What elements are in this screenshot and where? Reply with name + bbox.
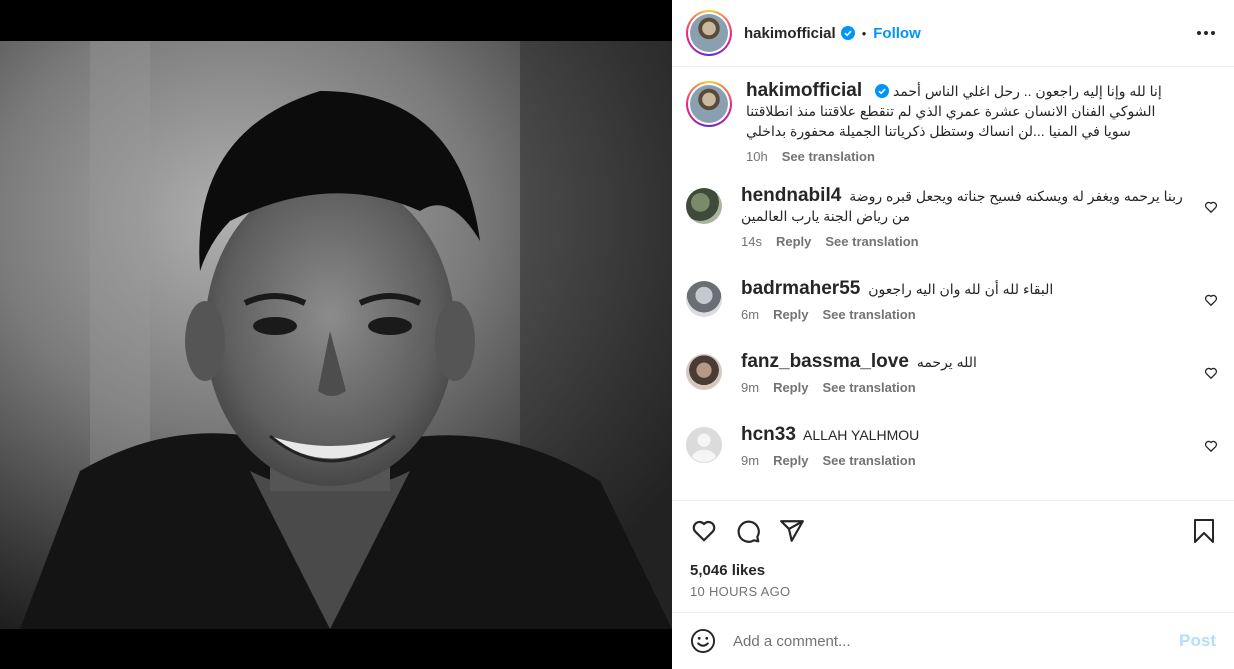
like-comment-icon[interactable]	[1204, 439, 1218, 453]
commenter-avatar[interactable]	[686, 354, 722, 390]
commenter-username[interactable]: badrmaher55	[741, 278, 860, 299]
author-username[interactable]: hakimofficial	[744, 25, 836, 42]
see-translation-link[interactable]: See translation	[822, 453, 915, 468]
instagram-post-modal: hakimofficial • Follow hakimofficial إنا…	[0, 0, 1234, 669]
like-comment-icon[interactable]	[1204, 200, 1218, 214]
comment-time[interactable]: 6m	[741, 307, 759, 322]
reply-button[interactable]: Reply	[773, 380, 808, 395]
reply-button[interactable]: Reply	[773, 453, 808, 468]
comment-text: ALLAH YALHMOU	[803, 427, 920, 443]
verified-badge-icon	[840, 26, 855, 40]
post-header: hakimofficial • Follow	[672, 0, 1234, 67]
avatar-image	[690, 14, 728, 52]
commenter-avatar[interactable]	[686, 188, 722, 224]
default-avatar-icon	[691, 433, 717, 462]
post-photo	[0, 41, 672, 629]
caption-time[interactable]: 10h	[746, 149, 768, 164]
post-actions	[672, 500, 1234, 560]
share-icon[interactable]	[778, 517, 806, 545]
see-translation-link[interactable]: See translation	[822, 380, 915, 395]
comment-item: badrmaher55 البقاء لله أن لله وان اليه ر…	[686, 279, 1218, 322]
comment-item: fanz_bassma_love الله يرحمه 9m Reply See…	[686, 352, 1218, 395]
comments-list[interactable]: hakimofficial إنا لله وإنا إليه راجعون .…	[672, 67, 1234, 500]
post-panel: hakimofficial • Follow hakimofficial إنا…	[672, 0, 1234, 669]
commenter-username[interactable]: hcn33	[741, 424, 796, 445]
comment-time[interactable]: 9m	[741, 380, 759, 395]
commenter-username[interactable]: hendnabil4	[741, 185, 841, 206]
likes-count[interactable]: 5,046 likes	[690, 562, 1216, 579]
commenter-username[interactable]: fanz_bassma_love	[741, 351, 909, 372]
see-translation-link[interactable]: See translation	[825, 234, 918, 249]
reply-button[interactable]: Reply	[773, 307, 808, 322]
likes-section: 5,046 likes 10 HOURS AGO	[672, 560, 1234, 612]
comment-item: hcn33 ALLAH YALHMOU 9m Reply See transla…	[686, 425, 1218, 468]
reply-button[interactable]: Reply	[776, 234, 811, 249]
heart-icon[interactable]	[690, 517, 718, 545]
like-comment-icon[interactable]	[1204, 293, 1218, 307]
caption-avatar[interactable]	[686, 81, 732, 127]
comment-text: البقاء لله أن لله وان اليه راجعون	[868, 281, 1054, 297]
portrait-image	[0, 41, 672, 629]
more-icon[interactable]	[1194, 21, 1218, 45]
comment-time[interactable]: 14s	[741, 234, 762, 249]
comment-item: hendnabil4 ربنا يرحمه ويغفر له ويسكنه فس…	[686, 186, 1218, 249]
verified-badge-icon	[875, 84, 890, 98]
caption-username[interactable]: hakimofficial	[746, 80, 862, 101]
follow-button[interactable]: Follow	[873, 25, 921, 42]
see-translation-link[interactable]: See translation	[782, 149, 875, 164]
comment-text: الله يرحمه	[916, 354, 977, 370]
commenter-avatar[interactable]	[686, 427, 722, 463]
bookmark-icon[interactable]	[1190, 517, 1218, 545]
post-button[interactable]: Post	[1179, 631, 1216, 651]
commenter-avatar[interactable]	[686, 281, 722, 317]
separator-dot: •	[861, 25, 867, 41]
like-comment-icon[interactable]	[1204, 366, 1218, 380]
emoji-icon[interactable]	[690, 628, 716, 654]
add-comment-bar: Post	[672, 612, 1234, 669]
avatar-image	[690, 85, 728, 123]
comment-icon[interactable]	[734, 517, 762, 545]
see-translation-link[interactable]: See translation	[822, 307, 915, 322]
author-avatar[interactable]	[686, 10, 732, 56]
comment-input[interactable]	[733, 632, 1180, 650]
posted-time[interactable]: 10 HOURS AGO	[690, 584, 1216, 599]
post-media[interactable]	[0, 0, 672, 669]
caption: hakimofficial إنا لله وإنا إليه راجعون .…	[686, 81, 1218, 164]
comment-time[interactable]: 9m	[741, 453, 759, 468]
